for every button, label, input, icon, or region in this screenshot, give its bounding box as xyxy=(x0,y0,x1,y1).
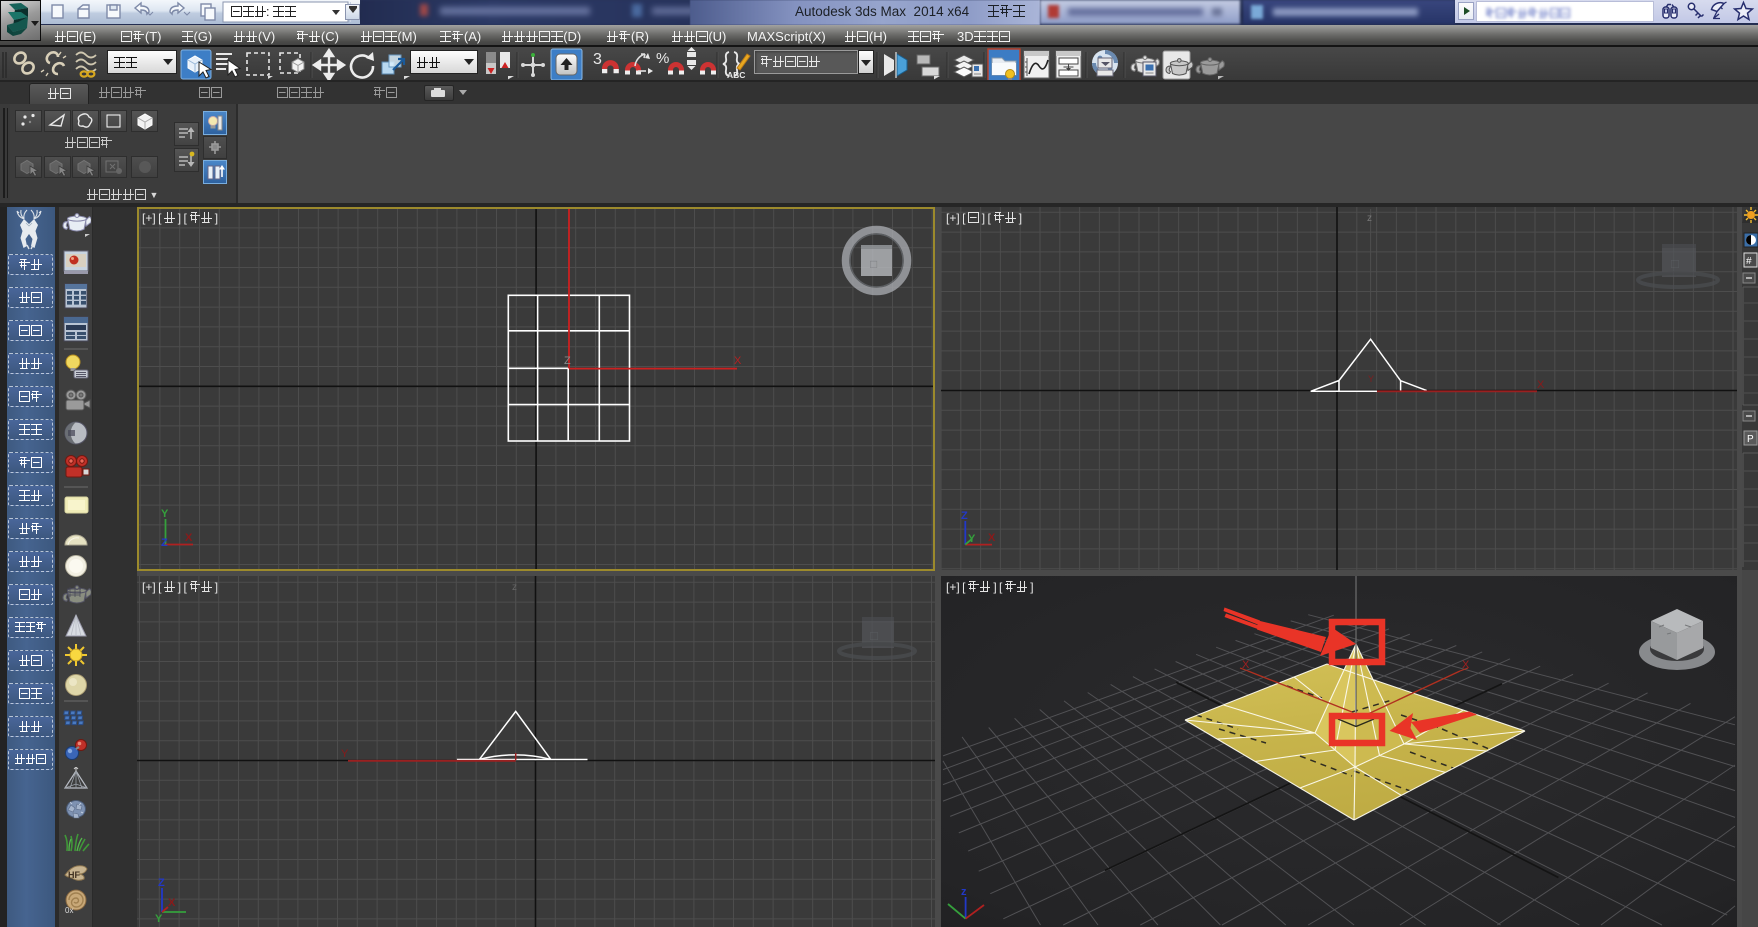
svg-text:X: X xyxy=(734,355,742,367)
svg-text:□: □ xyxy=(870,628,878,643)
svg-text:X: X xyxy=(185,532,193,544)
svg-text:X: X xyxy=(168,897,176,909)
svg-text:z: z xyxy=(961,886,967,898)
svg-text:Y: Y xyxy=(968,533,976,545)
svg-text:□: □ xyxy=(1671,256,1679,271)
svg-text:X: X xyxy=(1242,659,1250,671)
svg-text:X: X xyxy=(1462,659,1470,671)
svg-text:Y: Y xyxy=(161,508,169,520)
svg-text:P: P xyxy=(1747,434,1754,445)
svg-text:z: z xyxy=(512,582,517,593)
svg-text:#: # xyxy=(1746,256,1752,267)
svg-text:Y: Y xyxy=(341,748,349,760)
svg-text:Z: Z xyxy=(961,510,968,522)
svg-text:Z: Z xyxy=(158,877,165,889)
svg-text:z: z xyxy=(1367,213,1372,224)
svg-text:ABC: ABC xyxy=(727,70,745,80)
svg-text:□: □ xyxy=(870,257,877,271)
svg-text:Y: Y xyxy=(155,913,163,925)
svg-text:%: % xyxy=(656,50,669,67)
svg-text:Y: Y xyxy=(1368,374,1374,384)
svg-text:X: X xyxy=(988,532,996,544)
svg-text:Z: Z xyxy=(564,355,571,367)
svg-text:X: X xyxy=(1537,379,1545,391)
svg-text:Z: Z xyxy=(161,537,168,549)
svg-text:3: 3 xyxy=(593,51,602,68)
